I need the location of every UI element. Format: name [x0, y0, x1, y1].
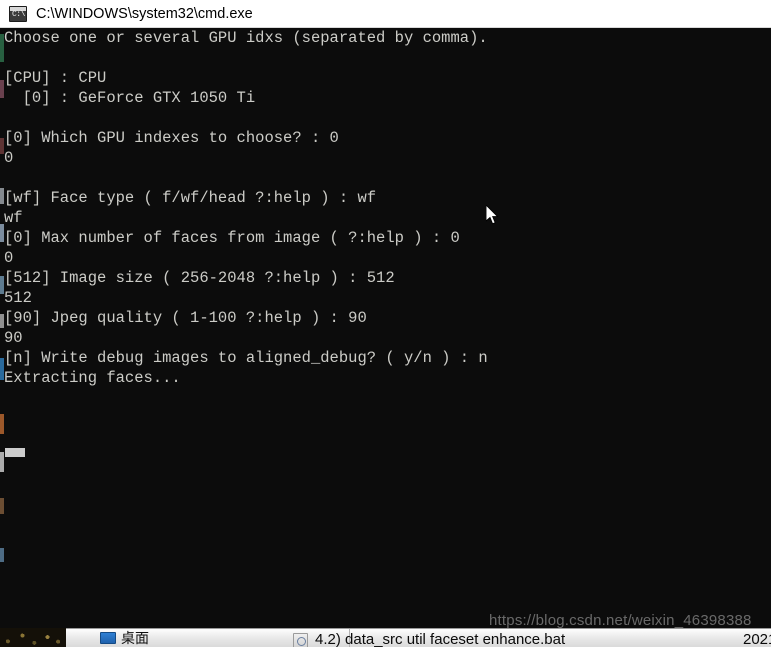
window-titlebar[interactable]: C:\ C:\WINDOWS\system32\cmd.exe	[0, 0, 771, 28]
taskbar-item-desktop[interactable]: 桌面	[100, 629, 149, 647]
desktop-folder-icon	[100, 632, 116, 644]
console-line: [512] Image size ( 256-2048 ?:help ) : 5…	[4, 269, 395, 287]
console-output-area[interactable]: Choose one or several GPU idxs (separate…	[0, 28, 771, 619]
desktop-wallpaper-thumbnail	[0, 628, 66, 647]
screen: C:\ C:\WINDOWS\system32\cmd.exe Choose o…	[0, 0, 771, 647]
console-line: wf	[4, 209, 23, 227]
console-line: Extracting faces...	[4, 369, 181, 387]
console-line: 90	[4, 329, 23, 347]
console-line: [0] Which GPU indexes to choose? : 0	[4, 129, 339, 147]
console-text: Choose one or several GPU idxs (separate…	[4, 28, 488, 388]
console-line: 0	[4, 249, 14, 267]
console-line: 512	[4, 289, 32, 307]
console-line: [0] Max number of faces from image ( ?:h…	[4, 229, 460, 247]
taskbar[interactable]: 桌面 4.2) data_src util faceset enhance.ba…	[0, 619, 771, 647]
block-cursor	[5, 448, 25, 457]
cmd-icon-glyph: C:\	[12, 9, 25, 19]
window-title: C:\WINDOWS\system32\cmd.exe	[36, 5, 253, 22]
console-line: [wf] Face type ( f/wf/head ?:help ) : wf	[4, 189, 377, 207]
console-line: [n] Write debug images to aligned_debug?…	[4, 349, 488, 367]
console-line: [CPU] : CPU	[4, 69, 107, 87]
taskbar-item-desktop-label: 桌面	[121, 630, 149, 646]
file-name-label: 4.2) data_src util faceset enhance.bat	[315, 631, 566, 647]
console-line: [0] : GeForce GTX 1050 Ti	[4, 89, 256, 107]
cmd-console-icon: C:\	[9, 5, 27, 22]
file-date-label: 2021/2/2 13:20	[743, 631, 771, 647]
bat-file-icon	[293, 632, 308, 647]
file-list-row[interactable]: 4.2) data_src util faceset enhance.bat 2…	[293, 631, 771, 647]
console-line: 0	[4, 149, 14, 167]
console-line: Choose one or several GPU idxs (separate…	[4, 29, 488, 47]
console-line: [90] Jpeg quality ( 1-100 ?:help ) : 90	[4, 309, 367, 327]
